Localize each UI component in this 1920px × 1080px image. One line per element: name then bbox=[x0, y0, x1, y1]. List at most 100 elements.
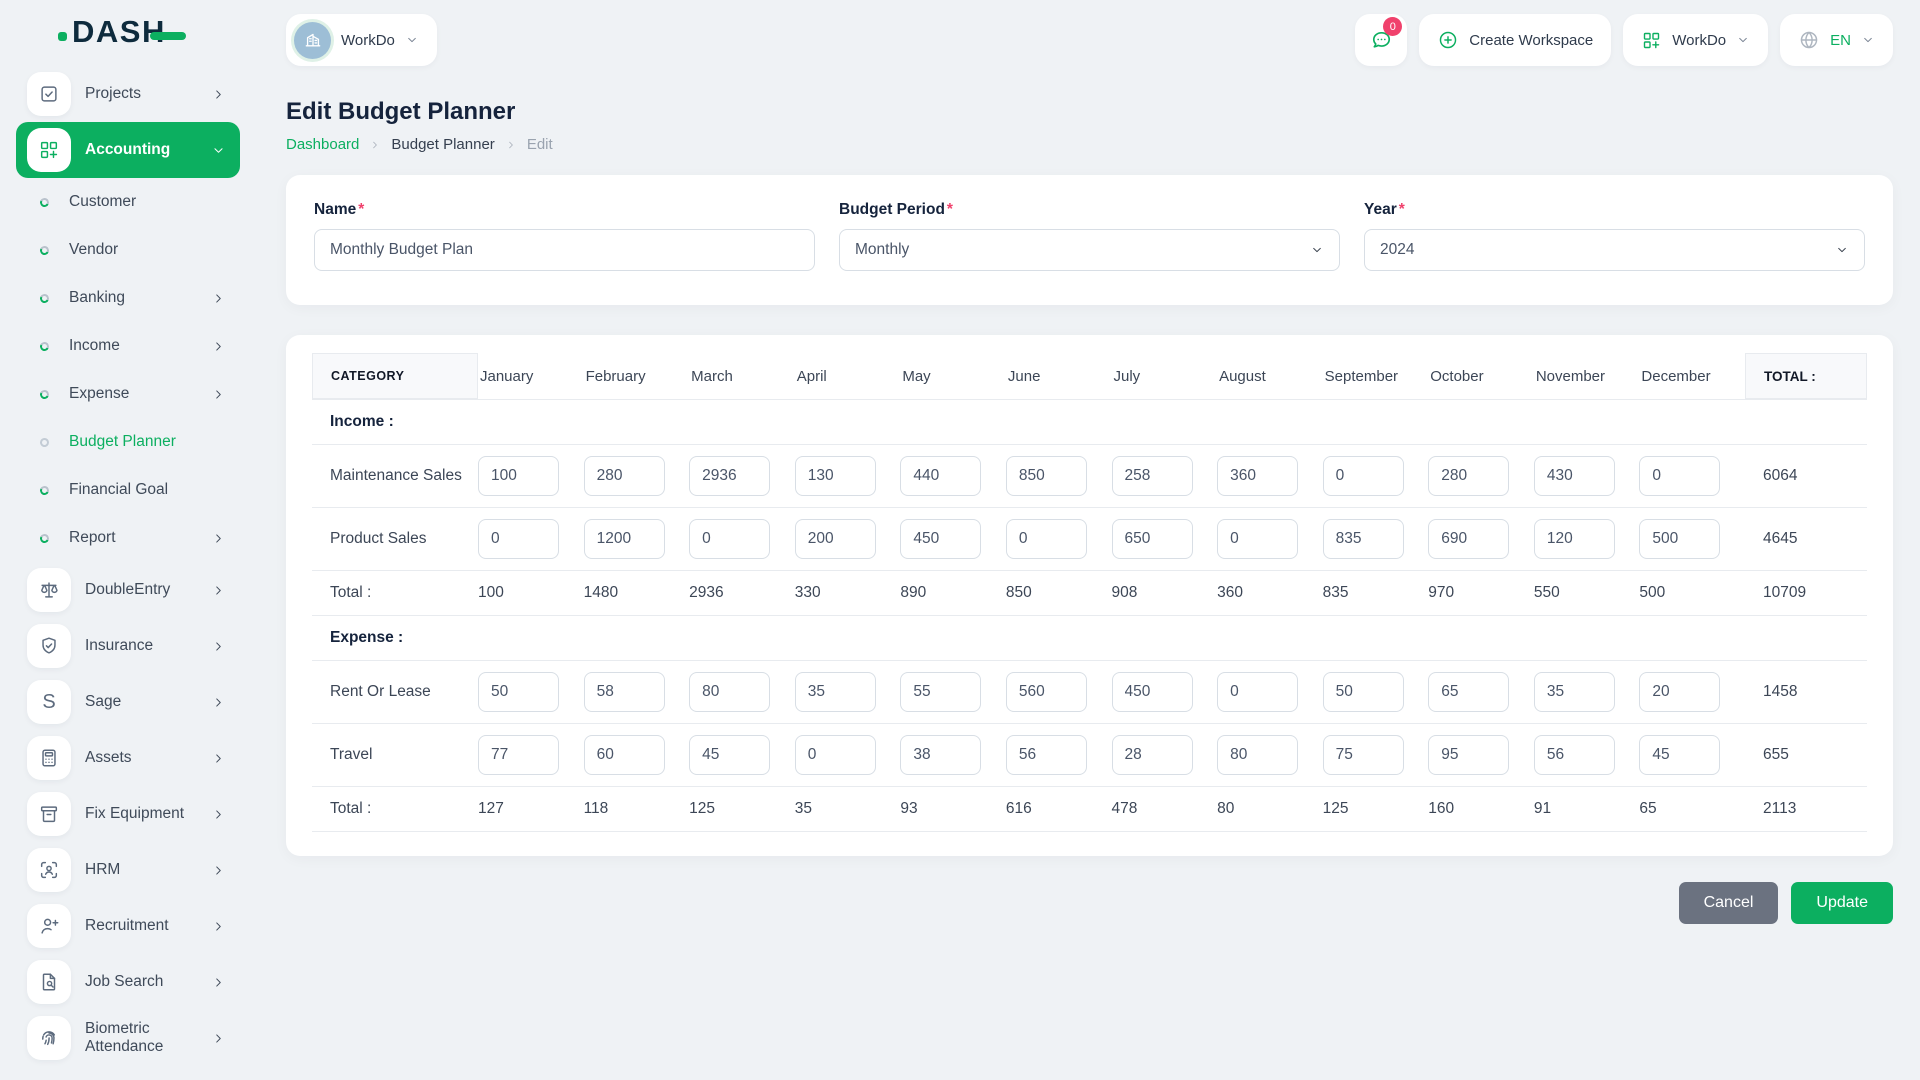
rent-or-lease-may-input[interactable] bbox=[900, 672, 982, 712]
sidebar-item-projects[interactable]: Projects bbox=[16, 66, 240, 122]
month-header-march: March bbox=[691, 367, 733, 385]
create-workspace-label: Create Workspace bbox=[1469, 31, 1594, 49]
workspace-selector[interactable]: WorkDo bbox=[286, 14, 437, 66]
rent-or-lease-january-input[interactable] bbox=[478, 672, 559, 712]
sidebar-item-fix-equipment[interactable]: Fix Equipment bbox=[16, 786, 240, 842]
rent-or-lease-september-input[interactable] bbox=[1322, 672, 1404, 712]
page-title: Edit Budget Planner bbox=[286, 98, 516, 125]
product-sales-march-input[interactable] bbox=[689, 519, 771, 559]
month-total-december: 65 bbox=[1639, 800, 1657, 817]
maintenance-sales-october-input[interactable] bbox=[1428, 456, 1510, 496]
cancel-button[interactable]: Cancel bbox=[1678, 882, 1779, 924]
sidebar-item-recruitment[interactable]: Recruitment bbox=[16, 898, 240, 954]
rent-or-lease-july-input[interactable] bbox=[1111, 672, 1193, 712]
rent-or-lease-june-input[interactable] bbox=[1005, 672, 1087, 712]
sidebar-item-assets[interactable]: Assets bbox=[16, 730, 240, 786]
maintenance-sales-february-input[interactable] bbox=[583, 456, 665, 496]
chevron-right-icon bbox=[211, 583, 226, 598]
product-sales-august-input[interactable] bbox=[1217, 519, 1299, 559]
sidebar-subitem-customer[interactable]: Customer bbox=[16, 178, 240, 226]
rent-or-lease-december-input[interactable] bbox=[1639, 672, 1721, 712]
sidebar-subitem-expense[interactable]: Expense bbox=[16, 370, 240, 418]
section-label: Expense : bbox=[330, 629, 404, 646]
maintenance-sales-november-input[interactable] bbox=[1533, 456, 1615, 496]
workspace-name: WorkDo bbox=[341, 31, 395, 49]
messages-button[interactable]: 0 bbox=[1355, 14, 1408, 66]
month-total-july: 908 bbox=[1111, 584, 1138, 601]
rent-or-lease-april-input[interactable] bbox=[794, 672, 876, 712]
budget-period-select[interactable]: Monthly bbox=[839, 229, 1340, 271]
travel-november-input[interactable] bbox=[1533, 735, 1615, 775]
maintenance-sales-august-input[interactable] bbox=[1217, 456, 1299, 496]
rent-or-lease-february-input[interactable] bbox=[583, 672, 665, 712]
sidebar-subitem-budget-planner[interactable]: Budget Planner bbox=[16, 418, 240, 466]
travel-january-input[interactable] bbox=[478, 735, 559, 775]
maintenance-sales-april-input[interactable] bbox=[794, 456, 876, 496]
budget-table-card: CATEGORY January February March April May Jun… bbox=[286, 335, 1893, 856]
workspace-menu-button[interactable]: WorkDo bbox=[1623, 14, 1769, 66]
update-button[interactable]: Update bbox=[1791, 882, 1893, 924]
travel-april-input[interactable] bbox=[794, 735, 876, 775]
travel-february-input[interactable] bbox=[583, 735, 665, 775]
budget-form-card: Name* Budget Period* Monthly Year* 2024 bbox=[286, 175, 1893, 305]
product-sales-february-input[interactable] bbox=[583, 519, 665, 559]
sidebar-item-sage[interactable]: S Sage bbox=[16, 674, 240, 730]
budget-row-rent-or-lease: Rent Or Lease 1458 bbox=[312, 661, 1867, 724]
maintenance-sales-march-input[interactable] bbox=[689, 456, 771, 496]
rent-or-lease-august-input[interactable] bbox=[1217, 672, 1299, 712]
travel-october-input[interactable] bbox=[1428, 735, 1510, 775]
product-sales-may-input[interactable] bbox=[900, 519, 982, 559]
sidebar-subitem-vendor[interactable]: Vendor bbox=[16, 226, 240, 274]
product-sales-june-input[interactable] bbox=[1005, 519, 1087, 559]
breadcrumb-item-budget-planner[interactable]: Budget Planner bbox=[391, 136, 494, 153]
maintenance-sales-december-input[interactable] bbox=[1639, 456, 1721, 496]
logo-dot-icon bbox=[58, 31, 67, 41]
product-sales-october-input[interactable] bbox=[1428, 519, 1510, 559]
brand-logo[interactable]: DASH bbox=[0, 0, 258, 64]
content: Edit Budget Planner Dashboard Budget Pla… bbox=[258, 70, 1920, 924]
maintenance-sales-july-input[interactable] bbox=[1111, 456, 1193, 496]
travel-may-input[interactable] bbox=[900, 735, 982, 775]
sidebar-subitem-banking[interactable]: Banking bbox=[16, 274, 240, 322]
sidebar-item-accounting[interactable]: Accounting bbox=[16, 122, 240, 178]
travel-march-input[interactable] bbox=[689, 735, 771, 775]
travel-august-input[interactable] bbox=[1217, 735, 1299, 775]
product-sales-april-input[interactable] bbox=[794, 519, 876, 559]
sidebar-item-job-search[interactable]: Job Search bbox=[16, 954, 240, 1010]
sidebar-item-doubleentry[interactable]: DoubleEntry bbox=[16, 562, 240, 618]
maintenance-sales-january-input[interactable] bbox=[478, 456, 559, 496]
travel-september-input[interactable] bbox=[1322, 735, 1404, 775]
month-total-june: 850 bbox=[1005, 584, 1032, 601]
product-sales-december-input[interactable] bbox=[1639, 519, 1721, 559]
category-name: Maintenance Sales bbox=[330, 467, 462, 484]
year-select[interactable]: 2024 bbox=[1364, 229, 1865, 271]
create-workspace-button[interactable]: Create Workspace bbox=[1419, 14, 1612, 66]
sidebar-subitem-report[interactable]: Report bbox=[16, 514, 240, 562]
travel-july-input[interactable] bbox=[1111, 735, 1193, 775]
language-selector[interactable]: EN bbox=[1780, 14, 1893, 66]
sidebar-item-biometric-attendance[interactable]: Biometric Attendance bbox=[16, 1010, 240, 1066]
maintenance-sales-may-input[interactable] bbox=[900, 456, 982, 496]
breadcrumb-link-dashboard[interactable]: Dashboard bbox=[286, 136, 359, 153]
product-sales-november-input[interactable] bbox=[1533, 519, 1615, 559]
rent-or-lease-october-input[interactable] bbox=[1428, 672, 1510, 712]
rent-or-lease-november-input[interactable] bbox=[1533, 672, 1615, 712]
maintenance-sales-june-input[interactable] bbox=[1005, 456, 1087, 496]
sidebar-item-insurance[interactable]: Insurance bbox=[16, 618, 240, 674]
budget-table: CATEGORY January February March April May Jun… bbox=[312, 353, 1867, 832]
name-input[interactable] bbox=[314, 229, 815, 271]
travel-june-input[interactable] bbox=[1005, 735, 1087, 775]
product-sales-january-input[interactable] bbox=[478, 519, 559, 559]
sidebar-item-label: Biometric Attendance bbox=[85, 1020, 164, 1055]
travel-december-input[interactable] bbox=[1639, 735, 1721, 775]
maintenance-sales-september-input[interactable] bbox=[1322, 456, 1404, 496]
sidebar-item-label: HRM bbox=[85, 861, 121, 879]
rent-or-lease-march-input[interactable] bbox=[689, 672, 771, 712]
product-sales-september-input[interactable] bbox=[1322, 519, 1404, 559]
product-sales-july-input[interactable] bbox=[1111, 519, 1193, 559]
sidebar-subitem-financial-goal[interactable]: Financial Goal bbox=[16, 466, 240, 514]
sidebar-item-label: Accounting bbox=[85, 141, 171, 159]
sidebar-item-hrm[interactable]: HRM bbox=[16, 842, 240, 898]
sidebar-subitem-income[interactable]: Income bbox=[16, 322, 240, 370]
chevron-down-icon bbox=[1861, 33, 1875, 47]
